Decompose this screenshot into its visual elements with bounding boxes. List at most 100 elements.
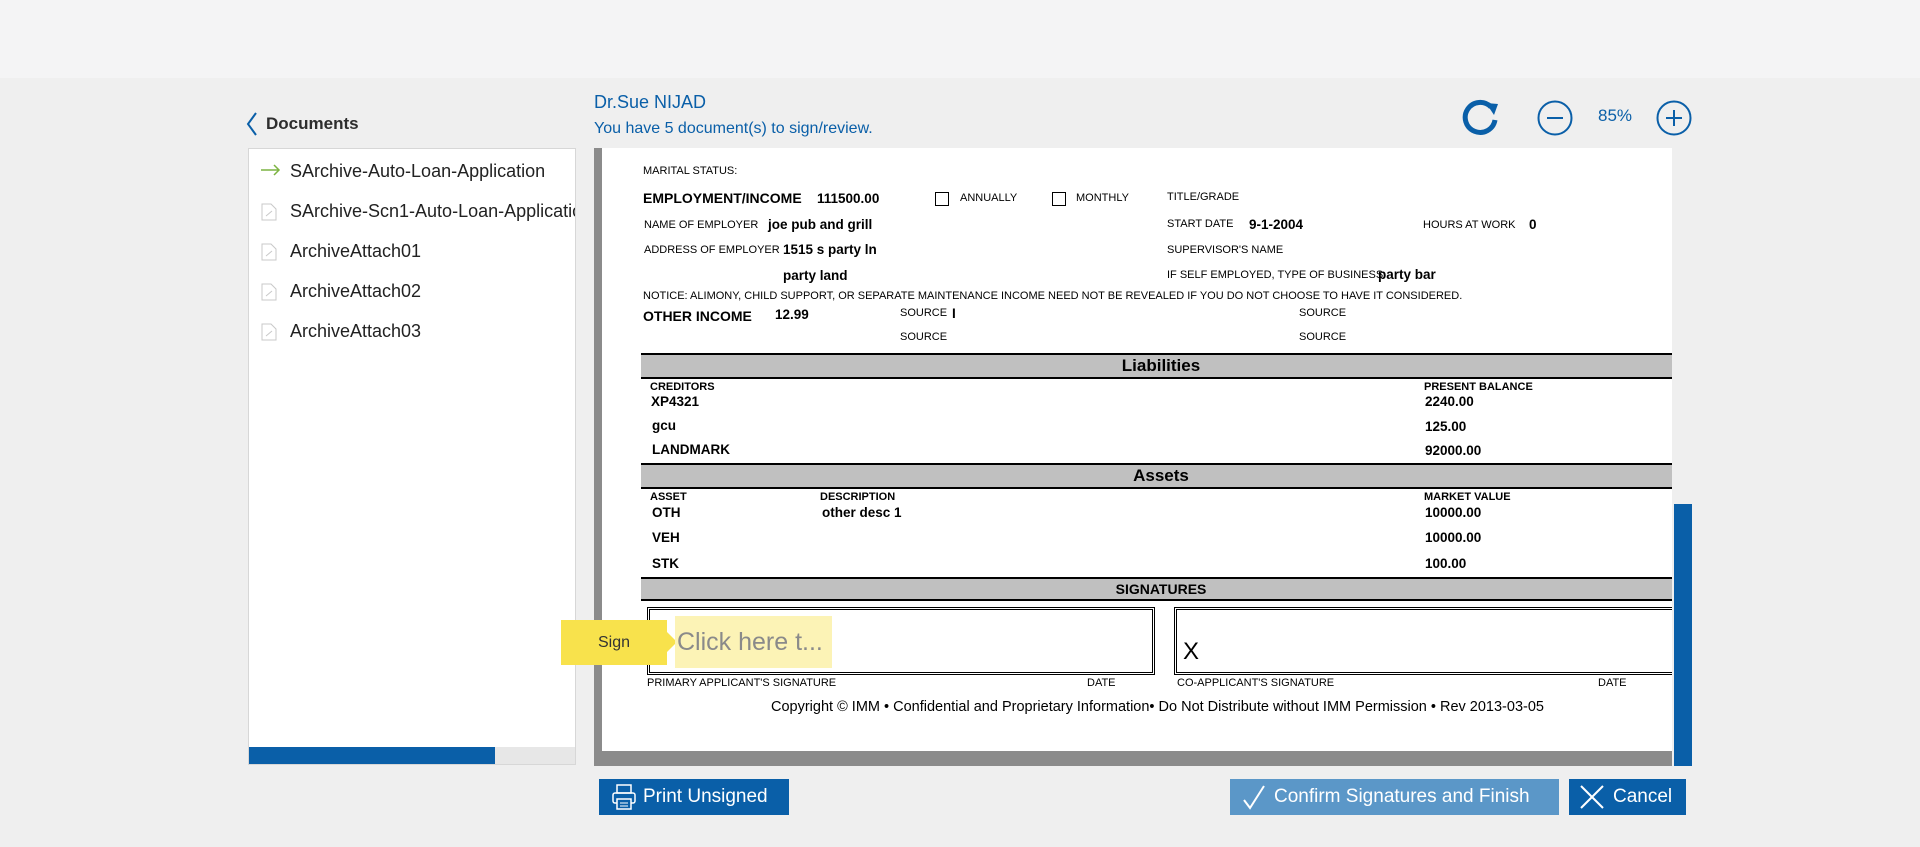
chevron-left-icon: [246, 112, 257, 136]
other-income-value: 12.99: [775, 307, 809, 322]
document-item-label: ArchiveAttach01: [290, 241, 422, 261]
employer-address-line1: 1515 s party ln: [783, 242, 877, 257]
self-employed-value: party bar: [1378, 267, 1436, 282]
start-date: 9-1-2004: [1249, 217, 1304, 232]
asset-value: 100.00: [1425, 556, 1467, 571]
marital-status-label: MARITAL STATUS:: [643, 165, 738, 177]
supervisor-label: SUPERVISOR'S NAME: [1167, 244, 1284, 256]
hours-value: 0: [1529, 217, 1537, 232]
present-balance-label: PRESENT BALANCE: [1424, 381, 1533, 393]
zoom-level: 85%: [1598, 106, 1633, 125]
document-icon: [261, 323, 279, 341]
check-icon: [1243, 785, 1265, 810]
document-item-label: SArchive-Scn1-Auto-Loan-Application: [290, 201, 576, 221]
copyright-notice: Copyright © IMM • Confidential and Propr…: [771, 699, 1544, 715]
cancel-button[interactable]: Cancel: [1569, 779, 1686, 815]
document-list: SArchive-Auto-Loan-Application SArchive-…: [248, 148, 576, 765]
source-label: SOURCE: [900, 307, 948, 319]
income-notice: NOTICE: ALIMONY, CHILD SUPPORT, OR SEPAR…: [643, 290, 1463, 302]
asset-type: OTH: [652, 505, 681, 520]
document-icon: [261, 203, 279, 221]
self-employed-label: IF SELF EMPLOYED, TYPE OF BUSINESS: [1167, 269, 1384, 281]
co-signature-mark: X: [1183, 638, 1200, 665]
confirm-finish-button[interactable]: Confirm Signatures and Finish: [1230, 779, 1559, 815]
cancel-label: Cancel: [1613, 786, 1673, 807]
co-signature-label: CO-APPLICANT'S SIGNATURE: [1177, 677, 1335, 689]
asset-value: 10000.00: [1425, 530, 1482, 545]
asset-value: 10000.00: [1425, 505, 1482, 520]
source-label: SOURCE: [1299, 331, 1347, 343]
document-item[interactable]: SArchive-Auto-Loan-Application: [249, 151, 575, 191]
annually-checkbox[interactable]: [935, 192, 949, 206]
employer-name: joe pub and grill: [768, 217, 873, 232]
document-item[interactable]: ArchiveAttach03: [249, 311, 575, 351]
employer-address-line2: party land: [783, 268, 848, 283]
source-label: SOURCE: [900, 331, 948, 343]
liability-creditor: LANDMARK: [652, 442, 730, 457]
zoom-in-button[interactable]: [1656, 100, 1692, 136]
monthly-label: MONTHLY: [1076, 192, 1129, 204]
refresh-button[interactable]: [1460, 98, 1502, 138]
asset-type: STK: [652, 556, 679, 571]
top-bar: [0, 0, 1920, 78]
plus-circle-icon: [1656, 100, 1692, 136]
start-date-label: START DATE: [1167, 218, 1234, 230]
asset-type: VEH: [652, 530, 680, 545]
documents-back[interactable]: Documents: [246, 112, 359, 136]
user-name: Dr.Sue NIJAD: [594, 92, 707, 112]
description-label: DESCRIPTION: [820, 491, 896, 503]
viewer-scrollbar[interactable]: [1674, 504, 1692, 766]
printer-icon: [612, 784, 636, 810]
document-icon: [261, 243, 279, 261]
signature-field[interactable]: Click here t...: [675, 616, 832, 668]
refresh-icon: [1462, 99, 1498, 135]
source-value: I: [952, 306, 956, 321]
liability-balance: 92000.00: [1425, 443, 1482, 458]
liability-creditor: gcu: [652, 418, 677, 433]
document-item-label: ArchiveAttach02: [290, 281, 422, 301]
close-icon: [1580, 785, 1604, 809]
document-progress-fill: [249, 747, 495, 764]
employer-name-label: NAME OF EMPLOYER: [644, 219, 759, 231]
employment-label: EMPLOYMENT/INCOME: [643, 190, 802, 206]
other-income-label: OTHER INCOME: [643, 308, 752, 324]
monthly-checkbox[interactable]: [1052, 192, 1066, 206]
asset-description: other desc 1: [822, 505, 902, 520]
liability-creditor: XP4321: [651, 394, 700, 409]
assets-header: Assets: [641, 463, 1672, 489]
asset-label: ASSET: [650, 491, 687, 503]
creditors-label: CREDITORS: [650, 381, 715, 393]
zoom-out-button[interactable]: [1537, 100, 1573, 136]
liability-balance: 125.00: [1425, 419, 1467, 434]
document-progress-bar: [249, 747, 575, 764]
date-label: DATE: [1087, 677, 1116, 689]
employer-address-label: ADDRESS OF EMPLOYER: [644, 244, 780, 256]
liabilities-header: Liabilities: [641, 353, 1672, 379]
confirm-finish-label: Confirm Signatures and Finish: [1274, 786, 1530, 807]
sign-tag[interactable]: Sign: [561, 620, 677, 665]
hours-label: HOURS AT WORK: [1423, 219, 1516, 231]
liability-balance: 2240.00: [1425, 394, 1474, 409]
document-item-label: SArchive-Auto-Loan-Application: [290, 161, 546, 181]
document-icon: [261, 283, 279, 301]
annually-label: ANNUALLY: [960, 192, 1018, 204]
signatures-header: SIGNATURES: [641, 577, 1672, 601]
print-unsigned-label: Print Unsigned: [643, 786, 768, 807]
document-viewer[interactable]: MARITAL STATUS: EMPLOYMENT/INCOME 111500…: [594, 148, 1672, 766]
document-item[interactable]: ArchiveAttach02: [249, 271, 575, 311]
primary-signature-label: PRIMARY APPLICANT'S SIGNATURE: [647, 677, 837, 689]
document-item[interactable]: SArchive-Scn1-Auto-Loan-Application: [249, 191, 576, 231]
documents-count-message: You have 5 document(s) to sign/review.: [594, 120, 873, 137]
minus-circle-icon: [1537, 100, 1573, 136]
market-value-label: MARKET VALUE: [1424, 491, 1511, 503]
document-item-label: ArchiveAttach03: [290, 321, 422, 341]
date-label: DATE: [1598, 677, 1627, 689]
title-grade-label: TITLE/GRADE: [1167, 191, 1240, 203]
arrow-right-icon: [261, 163, 281, 181]
employment-value: 111500.00: [817, 191, 880, 206]
print-unsigned-button[interactable]: Print Unsigned: [599, 779, 789, 815]
source-label: SOURCE: [1299, 307, 1347, 319]
document-item[interactable]: ArchiveAttach01: [249, 231, 575, 271]
co-signature-box[interactable]: X: [1174, 607, 1672, 675]
documents-title: Documents: [266, 114, 359, 133]
